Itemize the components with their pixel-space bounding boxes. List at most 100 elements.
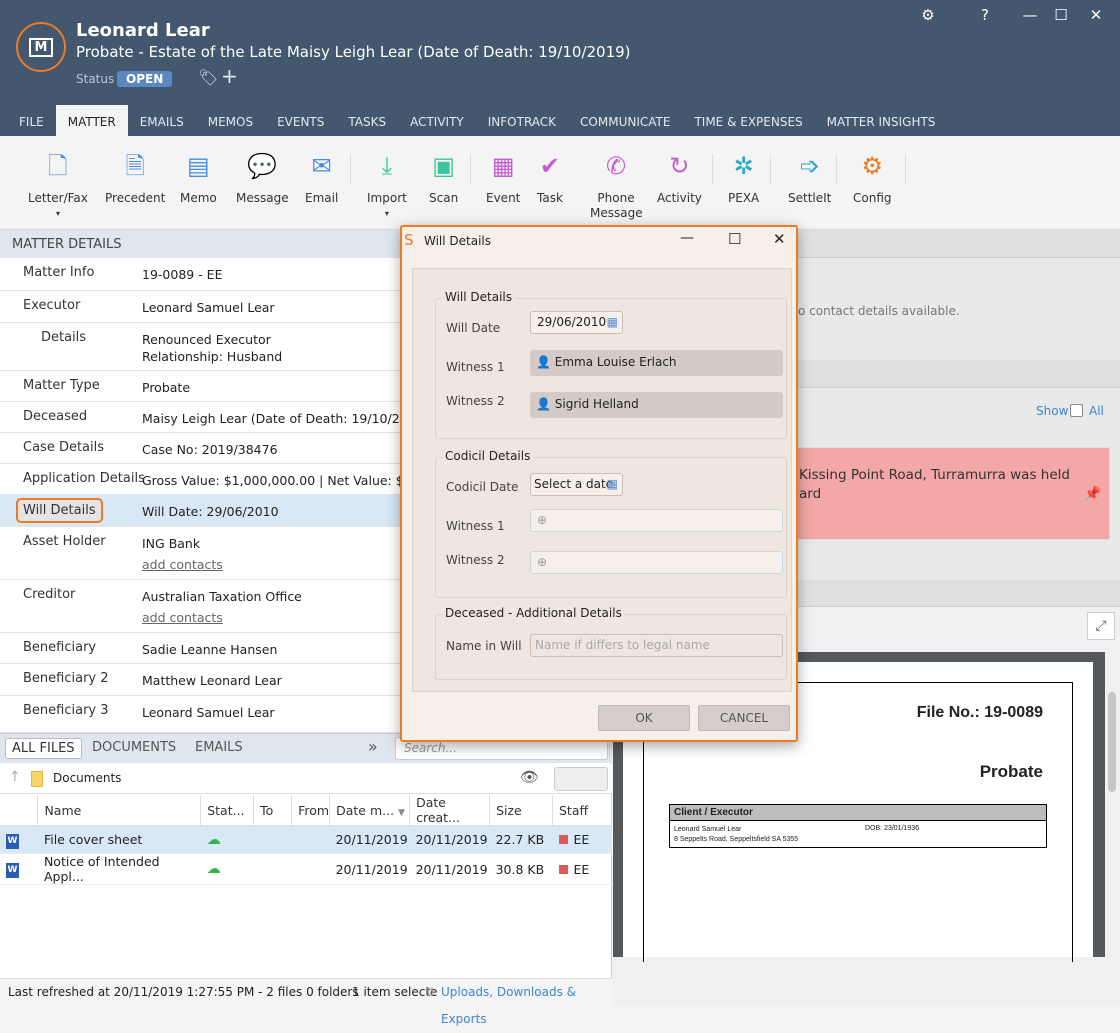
sort-desc-icon: ▼	[398, 807, 405, 818]
toolbar-divider	[836, 154, 837, 184]
pin-icon[interactable]: 📌	[1084, 486, 1101, 502]
tab-memos[interactable]: MEMOS	[196, 105, 265, 136]
codicil-date-label: Codicil Date	[446, 480, 519, 494]
toolbar-email-button[interactable]: ✉ Email	[305, 150, 338, 206]
detail-key: Creditor	[23, 587, 76, 602]
close-button[interactable]: ✕	[1081, 6, 1111, 24]
detail-key: Beneficiary	[23, 640, 97, 655]
minimize-button[interactable]: —	[1015, 6, 1045, 24]
column-header[interactable]: Name	[37, 795, 202, 826]
witness-1-field[interactable]: 👤 Emma Louise Erlach	[530, 350, 783, 376]
phone-icon: ✆	[605, 152, 627, 180]
tab-time-expenses[interactable]: TIME & EXPENSES	[682, 105, 814, 136]
will-date-picker[interactable]: 29/06/2010 ▦	[530, 311, 623, 334]
codicil-date-picker[interactable]: Select a date ▦	[530, 473, 623, 496]
detail-key: Matter Info	[23, 265, 95, 280]
column-header[interactable]: To	[253, 795, 293, 826]
eye-icon[interactable]: 👁	[520, 768, 539, 786]
detail-key: Will Details	[16, 498, 103, 523]
column-header[interactable]: From	[291, 795, 331, 826]
tab-activity[interactable]: ACTIVITY	[398, 105, 476, 136]
toolbar-scan-button[interactable]: ▣ Scan	[429, 150, 458, 206]
uploads-downloads-link[interactable]: Uploads, Downloads & Exports	[441, 979, 612, 1033]
tab-documents[interactable]: DOCUMENTS	[86, 738, 182, 757]
toolbar-message-button[interactable]: 💬 Message	[236, 150, 289, 206]
tag-icon[interactable]: 🏷	[198, 68, 218, 87]
toolbar-precedent-button[interactable]: 🗎 Precedent	[105, 150, 165, 206]
ok-button[interactable]: OK	[598, 705, 690, 731]
codicil-witness-2-field[interactable]: ⊕	[530, 551, 783, 574]
toolbar-pexa-button[interactable]: ✲ PEXA	[728, 150, 759, 206]
toolbar-memo-button[interactable]: ▤ Memo	[180, 150, 217, 206]
add-contacts-link[interactable]: add contacts	[142, 609, 302, 626]
toolbar-event-button[interactable]: ▦ Event	[486, 150, 520, 206]
add-tag-button[interactable]: +	[221, 64, 238, 88]
column-header[interactable]: Size	[489, 795, 553, 826]
file-row[interactable]: W File cover sheet ☁ 20/11/2019 20/11/2019 22…	[0, 825, 612, 854]
will-details-dialog: S Will Details — ☐ ✕ Will Details Will D…	[400, 225, 798, 742]
file-created: 20/11/2019	[409, 825, 490, 854]
matter-title: Leonard Lear	[76, 20, 210, 41]
expand-icon[interactable]: ⤢	[1087, 612, 1115, 640]
toolbar-divider	[770, 154, 771, 184]
witness-2-field[interactable]: 👤 Sigrid Helland	[530, 392, 783, 418]
maximize-button[interactable]: ☐	[1046, 6, 1076, 24]
help-button[interactable]: ?	[970, 6, 1000, 24]
tab-matter-insights[interactable]: MATTER INSIGHTS	[815, 105, 948, 136]
file-row[interactable]: W Notice of Intended Appl... ☁ 20/11/2019 20…	[0, 853, 612, 885]
tab-emails-files[interactable]: EMAILS	[189, 738, 249, 757]
toolbar-label: Import	[367, 191, 407, 205]
tab-communicate[interactable]: COMMUNICATE	[568, 105, 682, 136]
toolbar-letter-fax-button[interactable]: 🗋 Letter/Fax ▾	[28, 150, 88, 221]
settings-icon[interactable]: ⚙	[913, 6, 943, 24]
matter-header: M Leonard Lear Probate - Estate of the L…	[0, 0, 1120, 136]
dialog-minimize-button[interactable]: —	[680, 230, 694, 246]
toolbar-task-button[interactable]: ✔ Task	[537, 150, 563, 206]
tab-matter[interactable]: MATTER	[55, 105, 128, 136]
tab-all-files[interactable]: ALL FILES	[5, 738, 82, 759]
toolbar-phone-message-button[interactable]: ✆ Phone Message	[590, 150, 643, 221]
status-badge[interactable]: OPEN	[117, 71, 173, 87]
column-header[interactable]: Date creat...	[409, 795, 491, 826]
client-name: Leonard Samuel Lear	[674, 826, 742, 833]
calendar-icon[interactable]: ▦	[607, 474, 618, 495]
dialog-maximize-button[interactable]: ☐	[728, 230, 741, 248]
speech-bubble-icon: 💬	[247, 152, 278, 180]
icon-column	[0, 795, 39, 826]
file-to	[253, 853, 292, 885]
dialog-close-button[interactable]: ✕	[773, 230, 786, 248]
view-toggle[interactable]	[554, 767, 608, 791]
codicil-witness-1-field[interactable]: ⊕	[530, 509, 783, 532]
column-header[interactable]: Stat...	[200, 795, 255, 826]
toolbar-label: Activity	[657, 191, 702, 205]
tab-file[interactable]: FILE	[0, 105, 56, 136]
note-line-1: Kissing Point Road, Turramurra was held	[799, 467, 1070, 483]
file-from	[291, 853, 330, 885]
tab-tasks[interactable]: TASKS	[336, 105, 398, 136]
toolbar-import-button[interactable]: ⤓ Import ▾	[367, 150, 407, 221]
cancel-button[interactable]: CANCEL	[698, 705, 790, 731]
show-all-checkbox[interactable]	[1070, 404, 1083, 417]
preview-scrollbar[interactable]	[1105, 652, 1119, 957]
check-icon: ✔	[539, 152, 560, 180]
toolbar-label: Precedent	[105, 191, 166, 205]
up-arrow-icon[interactable]: ↑	[9, 769, 21, 785]
column-header[interactable]: Staff	[552, 795, 612, 826]
dropdown-arrow-icon: ▾	[384, 209, 389, 218]
column-header[interactable]: Date m... ▼	[329, 795, 411, 826]
name-in-will-input[interactable]: Name if differs to legal name	[530, 634, 783, 657]
toolbar-divider	[712, 154, 713, 184]
envelope-icon: ✉	[311, 152, 332, 180]
add-contacts-link[interactable]: add contacts	[142, 556, 223, 573]
tab-emails[interactable]: EMAILS	[128, 105, 196, 136]
tab-infotrack[interactable]: INFOTRACK	[476, 105, 568, 136]
toolbar-label: Letter/Fax	[28, 191, 88, 205]
download-icon: ⤓	[381, 152, 393, 180]
toolbar-config-button[interactable]: ⚙ Config	[853, 150, 892, 206]
toolbar-label: Scan	[429, 191, 459, 205]
more-tabs-icon[interactable]: »	[362, 735, 384, 758]
toolbar-settleit-button[interactable]: ➩ SettleIt	[788, 150, 831, 206]
tab-events[interactable]: EVENTS	[265, 105, 336, 136]
calendar-icon[interactable]: ▦	[607, 312, 618, 333]
toolbar-activity-button[interactable]: ↻ Activity	[657, 150, 702, 206]
